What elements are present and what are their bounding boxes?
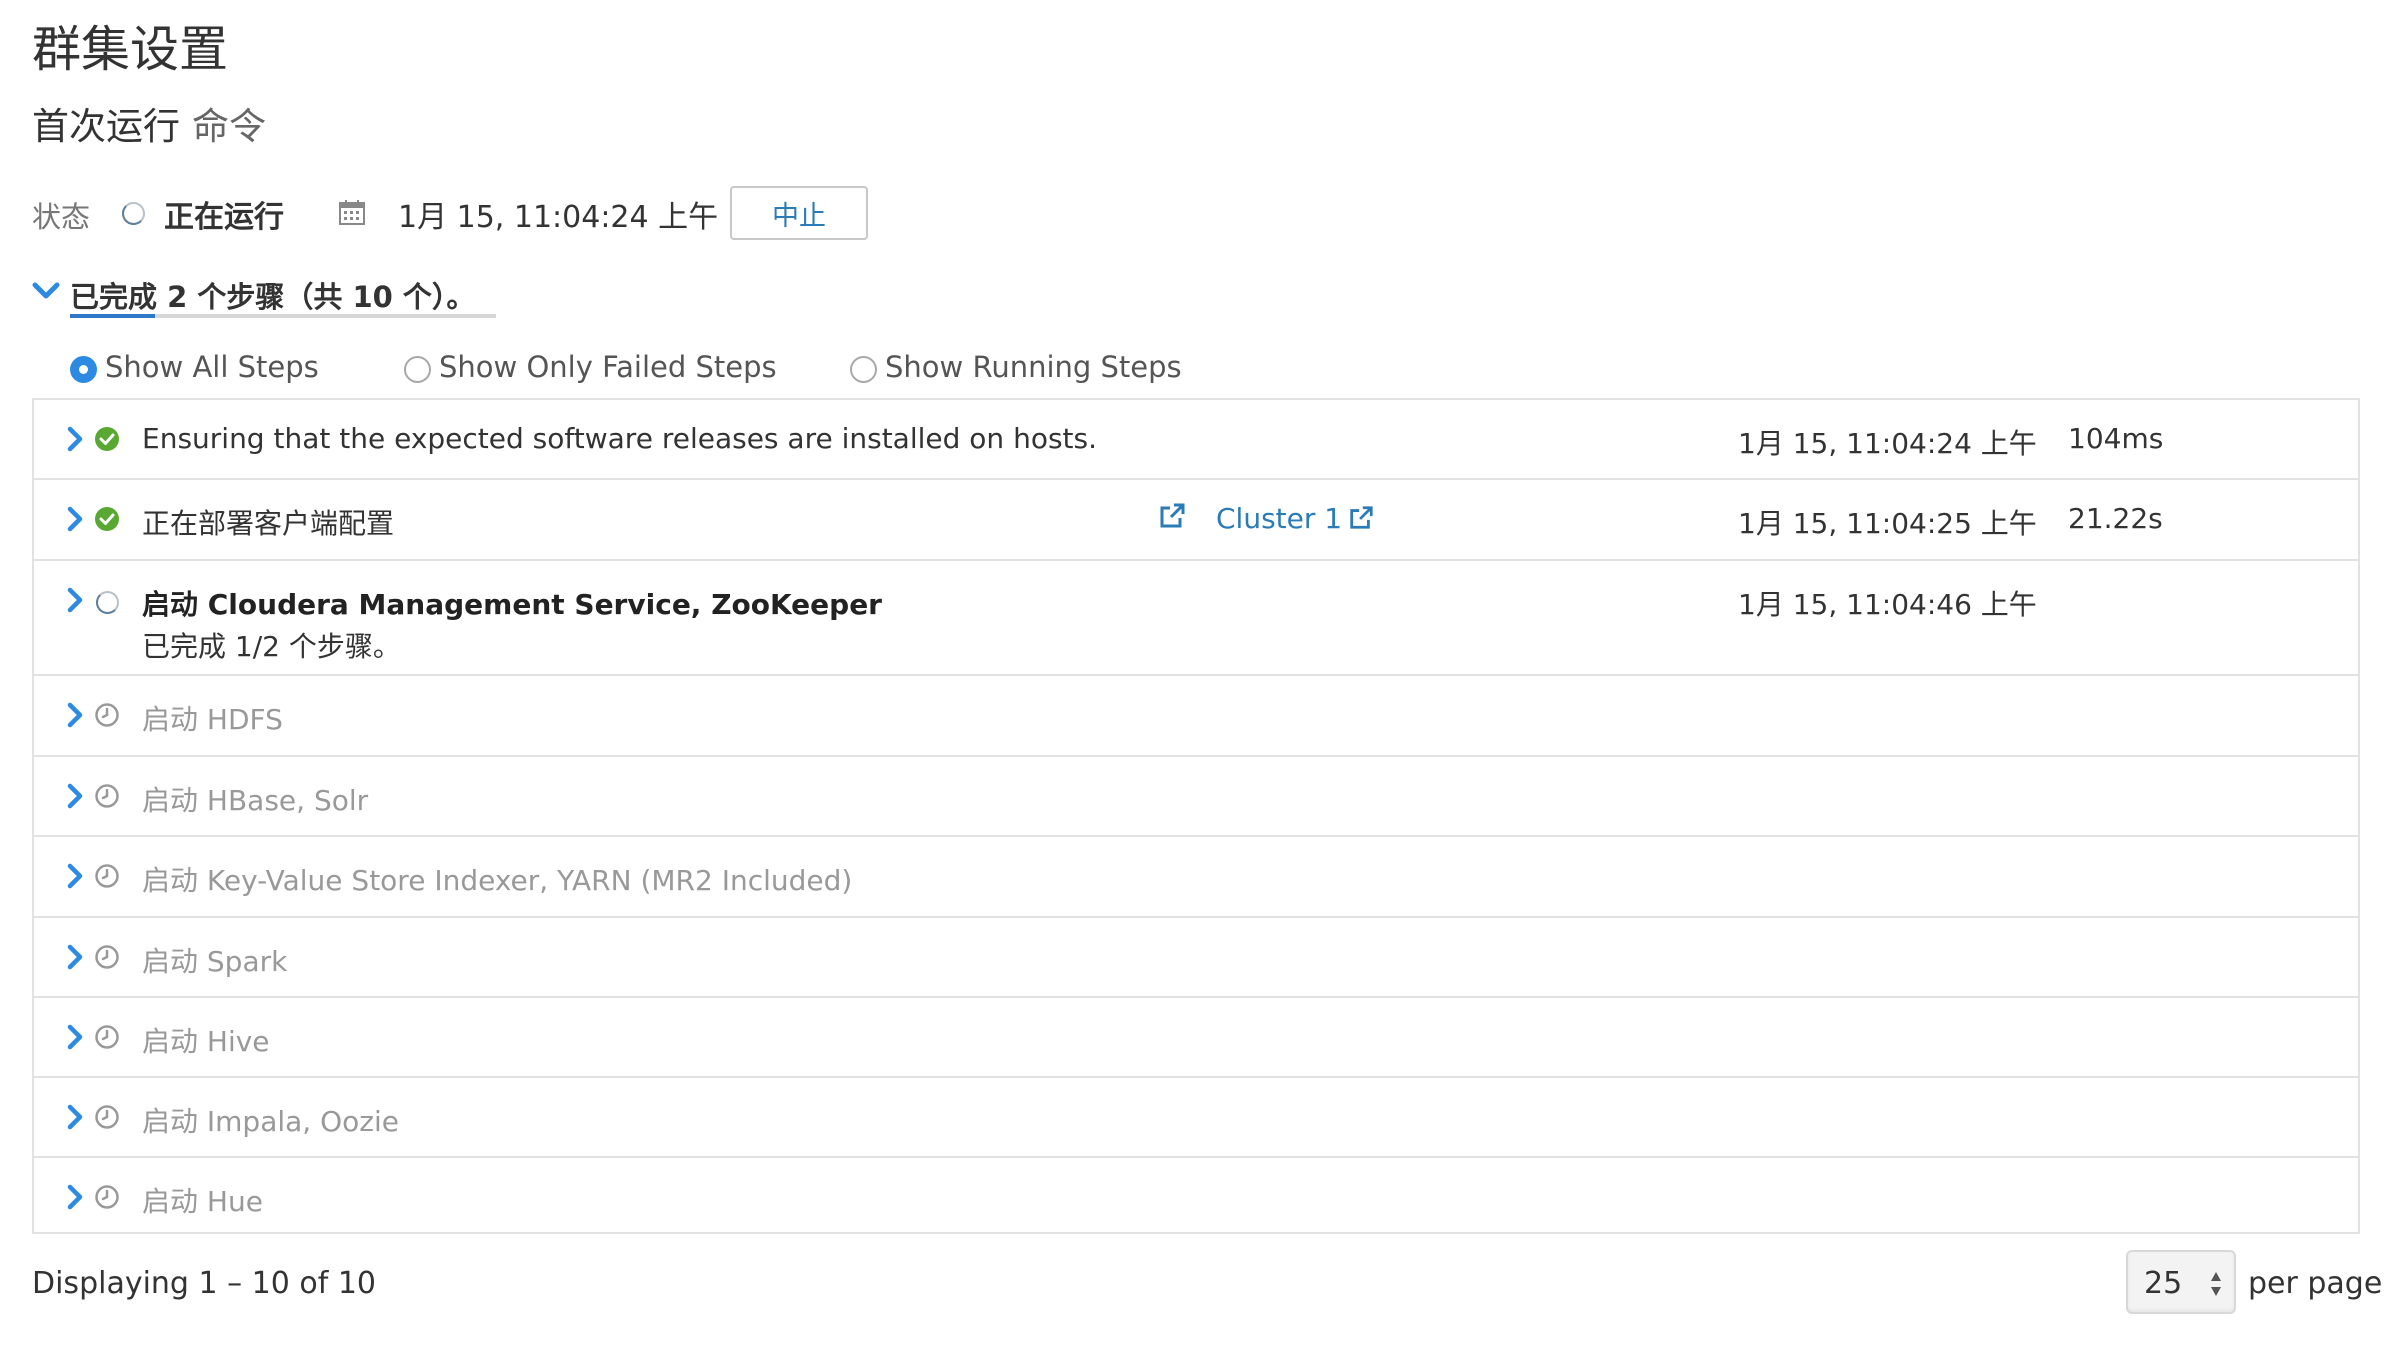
step-name: 启动 Key-Value Store Indexer, YARN (MR2 In…: [142, 864, 853, 897]
chevron-right-icon[interactable]: [66, 702, 84, 728]
step-row[interactable]: 启动 Key-Value Store Indexer, YARN (MR2 In…: [34, 837, 2358, 918]
steps-table: Ensuring that the expected software rele…: [32, 398, 2360, 1234]
chevron-right-icon[interactable]: [66, 863, 84, 889]
start-time: 1月 15, 11:04:24 上午: [398, 200, 719, 235]
step-row[interactable]: 启动 Hive: [34, 998, 2358, 1078]
step-filter-group: Show All Steps Show Only Failed Steps Sh…: [70, 346, 1270, 390]
calendar-icon: [339, 200, 365, 225]
step-row[interactable]: 正在部署客户端配置 Cluster 1 1月 15, 11:04:25 上午 2…: [34, 480, 2358, 561]
step-name: 启动 HDFS: [142, 703, 283, 736]
chevron-right-icon[interactable]: [66, 506, 84, 532]
page-title: 群集设置: [32, 21, 229, 78]
clock-icon: [95, 1185, 119, 1209]
chevron-right-icon[interactable]: [66, 1024, 84, 1050]
clock-icon: [95, 703, 119, 727]
step-name: 启动 HBase, Solr: [142, 784, 369, 817]
abort-button[interactable]: 中止: [730, 186, 868, 240]
step-time: 1月 15, 11:04:24 上午: [1738, 427, 2037, 460]
page-subtitle: 首次运行 命令: [32, 102, 266, 152]
chevron-right-icon[interactable]: [66, 1104, 84, 1130]
step-row[interactable]: 启动 Spark: [34, 918, 2358, 998]
steps-summary-text: 已完成 2 个步骤（共 10 个）。: [70, 280, 476, 314]
radio-icon: [404, 356, 431, 383]
pagination-summary: Displaying 1 – 10 of 10: [32, 1266, 377, 1301]
clock-icon: [95, 1105, 119, 1129]
per-page-select[interactable]: 25: [2126, 1250, 2236, 1314]
external-link-icon[interactable]: [1158, 502, 1186, 530]
filter-label: Show All Steps: [105, 350, 319, 384]
filter-label: Show Only Failed Steps: [439, 350, 777, 384]
radio-icon: [850, 356, 877, 383]
step-row[interactable]: 启动 HDFS: [34, 676, 2358, 757]
external-link-icon: [1350, 506, 1373, 529]
step-name: Ensuring that the expected software rele…: [142, 422, 1098, 455]
select-arrows-icon: [2211, 1272, 2221, 1296]
steps-summary-toggle[interactable]: 已完成 2 个步骤（共 10 个）。: [32, 272, 502, 322]
step-row[interactable]: 启动 HBase, Solr: [34, 757, 2358, 837]
per-page-label: per page: [2248, 1266, 2383, 1301]
status-label: 状态: [32, 200, 91, 234]
step-name: 启动 Hue: [142, 1185, 263, 1218]
step-name: 启动 Hive: [142, 1025, 270, 1058]
cluster-link[interactable]: Cluster 1: [1216, 502, 1374, 535]
chevron-right-icon[interactable]: [66, 1184, 84, 1210]
clock-icon: [95, 864, 119, 888]
progress-fill: [70, 314, 155, 318]
chevron-down-icon: [32, 282, 60, 299]
step-name: 启动 Spark: [142, 945, 288, 978]
spinner-icon: [96, 591, 119, 614]
step-time: 1月 15, 11:04:46 上午: [1738, 588, 2037, 621]
step-row[interactable]: 启动 Impala, Oozie: [34, 1078, 2358, 1158]
command-suffix: 命令: [192, 105, 266, 148]
step-name: 启动 Impala, Oozie: [142, 1105, 399, 1138]
step-substatus: 已完成 1/2 个步骤。: [142, 630, 401, 663]
clock-icon: [95, 945, 119, 969]
status-row: 状态 正在运行 1月 15, 11:04:24 上午 中止: [32, 186, 1032, 242]
status-value: 正在运行: [164, 200, 284, 235]
command-name: 首次运行: [32, 105, 180, 148]
step-row[interactable]: Ensuring that the expected software rele…: [34, 400, 2358, 480]
chevron-right-icon[interactable]: [66, 587, 84, 613]
clock-icon: [95, 784, 119, 808]
radio-icon: [70, 356, 97, 383]
cluster-link-label: Cluster 1: [1216, 502, 1343, 535]
step-row[interactable]: 启动 Cloudera Management Service, ZooKeepe…: [34, 561, 2358, 676]
chevron-right-icon[interactable]: [66, 426, 84, 452]
check-circle-icon: [95, 427, 119, 451]
filter-label: Show Running Steps: [885, 350, 1182, 384]
step-time: 1月 15, 11:04:25 上午: [1738, 507, 2037, 540]
clock-icon: [95, 1025, 119, 1049]
per-page-value: 25: [2144, 1266, 2183, 1301]
step-row[interactable]: 启动 Hue: [34, 1158, 2358, 1232]
step-duration: 21.22s: [2068, 502, 2163, 535]
chevron-right-icon[interactable]: [66, 944, 84, 970]
spinner-icon: [122, 202, 145, 225]
chevron-right-icon[interactable]: [66, 783, 84, 809]
cluster-setup-page: 群集设置 首次运行 命令 状态 正在运行 1月 15, 11:04:24 上午 中…: [0, 0, 2386, 1354]
step-duration: 104ms: [2068, 422, 2164, 455]
step-name: 正在部署客户端配置: [142, 507, 395, 540]
step-name: 启动 Cloudera Management Service, ZooKeepe…: [142, 588, 882, 621]
check-circle-icon: [95, 507, 119, 531]
